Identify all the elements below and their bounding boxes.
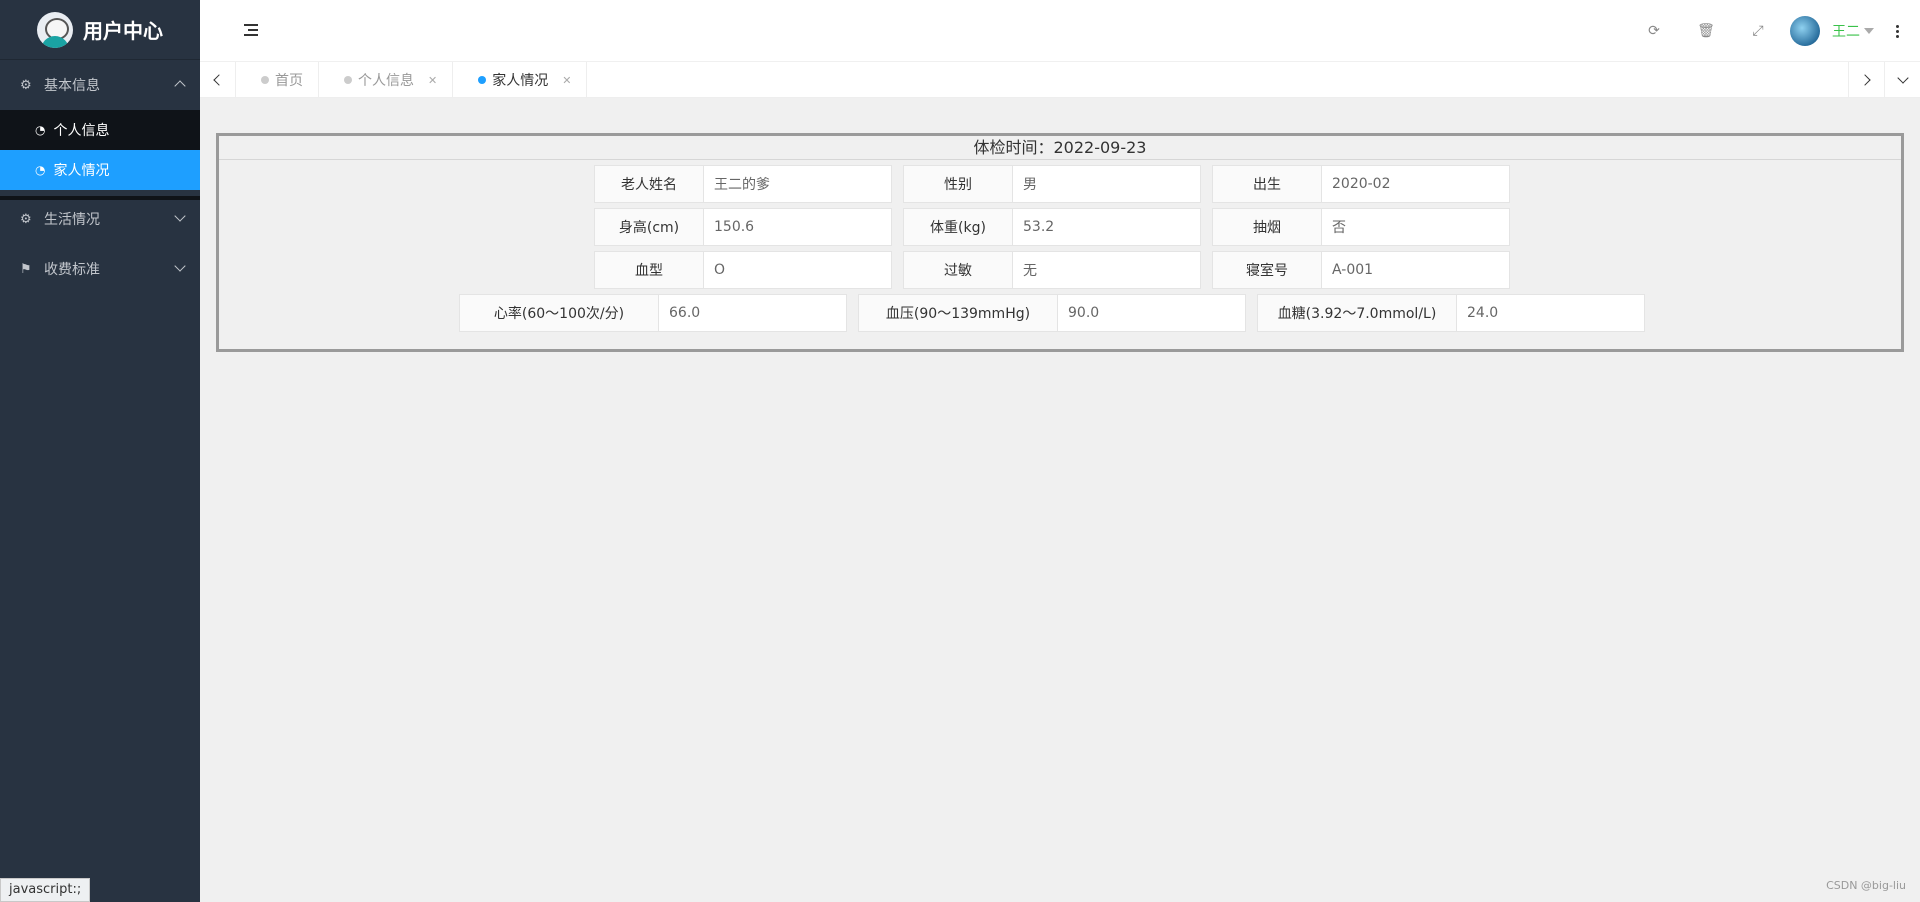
gears-icon: ⚙ xyxy=(20,77,32,93)
allergy-value: 无 xyxy=(1013,251,1201,289)
tab-scroll-left-button[interactable] xyxy=(200,62,236,98)
exam-row: 心率(60～100次/分) 66.0 血压(90～139mmHg) 90.0 血… xyxy=(459,294,1645,332)
tab-dot xyxy=(344,76,352,84)
logo[interactable]: 用户中心 xyxy=(0,0,200,60)
dashboard-icon: ◔ xyxy=(35,123,46,137)
submenu-basic-info: ◔ 个人信息 ◔ 家人情况 xyxy=(0,110,200,190)
menu-toggle-icon[interactable] xyxy=(244,24,258,36)
sidebar-item-family[interactable]: ◔ 家人情况 xyxy=(0,150,200,190)
blood-type-value: O xyxy=(704,251,892,289)
close-icon[interactable]: ✕ xyxy=(428,74,437,87)
menu-group-fees: ⚑ 收费标准 xyxy=(0,244,200,294)
menu-group-life: ⚙ 生活情况 xyxy=(0,194,200,244)
field-label: 性别 xyxy=(903,165,1013,203)
menu-group-basic-info: ⚙ 基本信息 ◔ 个人信息 ◔ 家人情况 xyxy=(0,60,200,190)
tab-family[interactable]: 家人情况 ✕ xyxy=(453,62,588,98)
menu-fees[interactable]: ⚑ 收费标准 xyxy=(0,244,200,294)
field-label: 过敏 xyxy=(903,251,1013,289)
tab-menu-button[interactable] xyxy=(1884,62,1920,98)
field-label: 血糖(3.92～7.0mmol/L) xyxy=(1257,294,1457,332)
exam-row: 老人姓名 王二的爹 性别 男 出生 2020-02 xyxy=(594,165,1510,203)
chevron-up-icon xyxy=(174,80,186,92)
exam-panel: 体检时间：2022-09-23 老人姓名 王二的爹 性别 男 出生 2020-0… xyxy=(216,133,1904,352)
tab-bar: 首页 个人信息 ✕ 家人情况 ✕ xyxy=(200,62,1920,98)
blood-sugar-value: 24.0 xyxy=(1457,294,1645,332)
more-vertical-icon[interactable] xyxy=(1896,24,1900,38)
tab-dot xyxy=(478,76,487,84)
tabs: 首页 个人信息 ✕ 家人情况 ✕ xyxy=(236,62,588,98)
field-label: 血型 xyxy=(594,251,704,289)
field-label: 身高(cm) xyxy=(594,208,704,246)
field-label: 体重(kg) xyxy=(903,208,1013,246)
menu-label: 基本信息 xyxy=(44,78,100,94)
fullscreen-icon[interactable]: ⤢ xyxy=(1732,0,1784,62)
heart-rate-value: 66.0 xyxy=(659,294,847,332)
sidebar: 用户中心 ⚙ 基本信息 ◔ 个人信息 ◔ 家人情况 ⚙ 生活情况 ⚑ 收费标准 xyxy=(0,0,200,902)
smoke-value: 否 xyxy=(1322,208,1510,246)
sidebar-item-label: 家人情况 xyxy=(53,163,110,179)
top-header: ⟳ 🗑 ⤢ 王二 xyxy=(200,0,1920,62)
room-value: A-001 xyxy=(1322,251,1510,289)
flag-icon: ⚑ xyxy=(20,261,32,277)
trash-icon[interactable]: 🗑 xyxy=(1680,0,1732,62)
chevron-down-icon xyxy=(1896,72,1909,84)
watermark: CSDN @big-liu xyxy=(1826,879,1906,892)
sidebar-item-personal-info[interactable]: ◔ 个人信息 xyxy=(0,110,200,150)
tab-label: 家人情况 xyxy=(492,73,549,89)
menu-basic-info[interactable]: ⚙ 基本信息 xyxy=(0,60,200,110)
blood-pressure-value: 90.0 xyxy=(1058,294,1246,332)
chevron-left-icon xyxy=(213,74,225,86)
sidebar-item-label: 个人信息 xyxy=(53,123,110,139)
caret-down-icon[interactable] xyxy=(1864,28,1874,34)
refresh-icon[interactable]: ⟳ xyxy=(1628,0,1680,62)
status-bar: javascript:; xyxy=(0,878,91,902)
menu-life[interactable]: ⚙ 生活情况 xyxy=(0,194,200,244)
tab-dot xyxy=(261,76,269,84)
field-label: 血压(90～139mmHg) xyxy=(858,294,1058,332)
birth-value: 2020-02 xyxy=(1322,165,1510,203)
exam-row: 血型 O 过敏 无 寝室号 A-001 xyxy=(594,251,1510,289)
tab-home[interactable]: 首页 xyxy=(236,62,319,98)
tab-personal-info[interactable]: 个人信息 ✕ xyxy=(319,62,454,98)
logo-avatar-icon xyxy=(37,11,73,48)
menu-label: 生活情况 xyxy=(44,212,100,228)
exam-title: 体检时间：2022-09-23 xyxy=(219,136,1901,160)
chevron-right-icon xyxy=(1859,74,1871,86)
field-label: 寝室号 xyxy=(1212,251,1322,289)
field-label: 老人姓名 xyxy=(594,165,704,203)
field-label: 抽烟 xyxy=(1212,208,1322,246)
dashboard-icon: ◔ xyxy=(35,163,46,177)
tab-label: 个人信息 xyxy=(358,73,414,89)
app-title: 用户中心 xyxy=(83,19,163,43)
header-toolbar: ⟳ 🗑 ⤢ 王二 xyxy=(1628,0,1920,62)
close-icon[interactable]: ✕ xyxy=(562,74,571,87)
exam-row: 身高(cm) 150.6 体重(kg) 53.2 抽烟 否 xyxy=(594,208,1510,246)
name-value: 王二的爹 xyxy=(704,165,892,203)
gears-icon: ⚙ xyxy=(20,211,32,227)
weight-value: 53.2 xyxy=(1013,208,1201,246)
field-label: 心率(60～100次/分) xyxy=(459,294,659,332)
menu-label: 收费标准 xyxy=(44,262,100,278)
chevron-down-icon xyxy=(174,210,186,222)
height-value: 150.6 xyxy=(704,208,892,246)
tab-scroll-right-button[interactable] xyxy=(1848,62,1884,98)
tab-label: 首页 xyxy=(275,73,303,89)
chevron-down-icon xyxy=(174,260,186,272)
field-label: 出生 xyxy=(1212,165,1322,203)
avatar[interactable] xyxy=(1790,16,1820,46)
user-name[interactable]: 王二 xyxy=(1832,21,1860,41)
gender-value: 男 xyxy=(1013,165,1201,203)
